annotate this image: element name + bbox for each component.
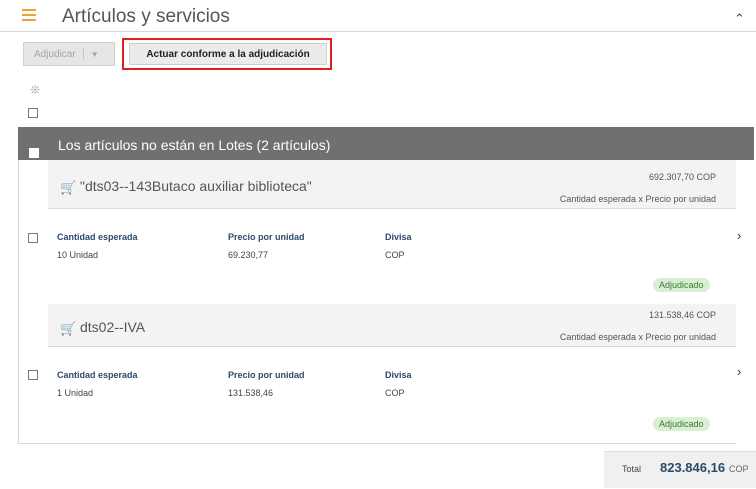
cantidad-label: Cantidad esperada	[57, 370, 138, 380]
button-separator	[82, 48, 84, 60]
total-value: 823.846,16	[660, 460, 726, 475]
header-divider	[0, 31, 756, 32]
group-title: Los artículos no están en Lotes (2 artíc…	[58, 137, 331, 153]
actuar-adjudicacion-button[interactable]: Actuar conforme a la adjudicación	[129, 43, 327, 65]
section-title: Artículos y servicios	[62, 6, 230, 27]
total-label: Total	[622, 464, 642, 474]
precio-label: Precio por unidad	[228, 232, 305, 242]
precio-value: 69.230,77	[228, 250, 269, 260]
chevron-up-icon[interactable]: ⌃	[734, 11, 745, 27]
chevron-right-icon[interactable]: ›	[737, 228, 741, 243]
cantidad-label: Cantidad esperada	[57, 232, 138, 242]
row-divider	[48, 208, 736, 209]
cart-icon: 🛒	[60, 321, 77, 336]
row-divider	[48, 346, 736, 347]
chevron-right-icon[interactable]: ›	[737, 364, 741, 379]
status-badge: Adjudicado	[653, 278, 710, 292]
group-checkbox[interactable]	[29, 148, 39, 158]
cantidad-value: 10 Unidad	[57, 250, 99, 260]
item-checkbox[interactable]	[28, 370, 38, 380]
item-name[interactable]: "dts03--143Butaco auxiliar biblioteca"	[80, 178, 312, 194]
adjudicar-button[interactable]: Adjudicar ▼	[23, 42, 115, 66]
total-currency: COP	[729, 464, 749, 474]
item-checkbox[interactable]	[28, 233, 38, 243]
status-badge: Adjudicado	[653, 417, 710, 431]
precio-value: 131.538,46	[228, 388, 274, 398]
list-icon	[22, 9, 36, 24]
item-name[interactable]: dts02--IVA	[80, 319, 145, 335]
precio-label: Precio por unidad	[228, 370, 305, 380]
divisa-value: COP	[385, 388, 405, 398]
item-formula: Cantidad esperada x Precio por unidad	[559, 332, 716, 342]
divisa-value: COP	[385, 250, 405, 260]
cart-icon: 🛒	[60, 180, 77, 195]
divisa-label: Divisa	[385, 370, 412, 380]
item-formula: Cantidad esperada x Precio por unidad	[559, 194, 716, 204]
item-total: 692.307,70 COP	[648, 172, 716, 182]
feather-icon[interactable]: ❊	[30, 83, 40, 97]
adjudicar-label: Adjudicar	[34, 48, 76, 60]
divisa-label: Divisa	[385, 232, 412, 242]
item-total: 131.538,46 COP	[648, 310, 716, 320]
panel-bottom-border	[18, 443, 736, 444]
panel-left-border	[18, 160, 19, 444]
dropdown-caret-icon[interactable]: ▼	[91, 50, 99, 59]
cantidad-value: 1 Unidad	[57, 388, 94, 398]
select-all-checkbox[interactable]	[28, 108, 38, 118]
